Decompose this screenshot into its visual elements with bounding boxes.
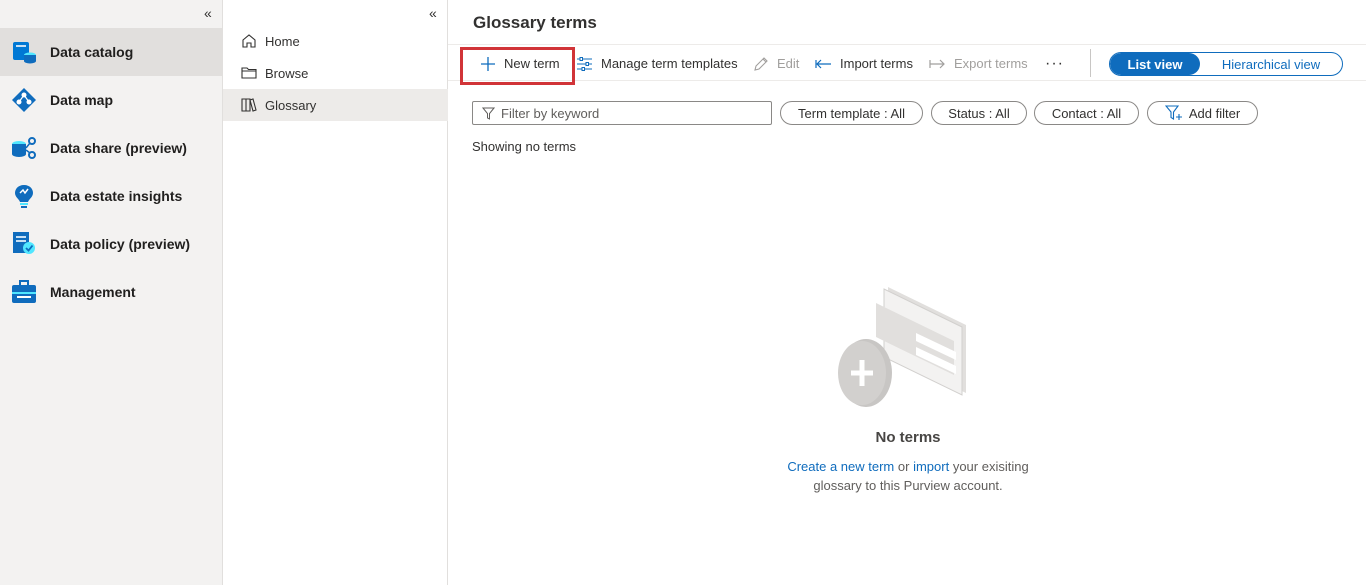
add-filter-label: Add filter: [1188, 105, 1241, 121]
sliders-icon: [577, 56, 592, 71]
collapse-secondary-nav-button[interactable]: «: [429, 5, 437, 21]
manage-term-templates-button[interactable]: Manage term templates: [576, 45, 738, 82]
app-root: « Data catalog Data map Data share (prev…: [0, 0, 1366, 585]
data-share-icon: [12, 137, 36, 159]
nav-item-home[interactable]: Home: [223, 25, 448, 57]
nav-item-data-share[interactable]: Data share (preview): [0, 124, 222, 172]
create-new-term-link[interactable]: Create a new term: [787, 459, 894, 474]
main-content: Glossary terms New term Manage term temp…: [448, 0, 1366, 585]
manage-term-templates-label: Manage term templates: [601, 56, 738, 71]
contact-filter[interactable]: Contact : All: [1034, 101, 1139, 125]
keyword-filter-box: [472, 101, 772, 125]
status-filter[interactable]: Status : All: [931, 101, 1027, 125]
plus-icon: [481, 56, 495, 71]
nav-item-label: Management: [50, 284, 136, 300]
folder-icon: [241, 67, 257, 79]
nav-item-data-map[interactable]: Data map: [0, 76, 222, 124]
list-view-button[interactable]: List view: [1110, 53, 1200, 75]
nav-item-label: Data policy (preview): [50, 236, 191, 252]
nav-item-label: Glossary: [265, 97, 317, 113]
toolbar: New term Manage term templates Edit Impo…: [448, 44, 1366, 81]
secondary-nav: « Home Browse Glossary: [222, 0, 448, 585]
empty-state-title: No terms: [875, 429, 941, 446]
data-policy-icon: [13, 232, 35, 254]
home-icon: [242, 34, 256, 48]
nav-item-label: Data map: [50, 92, 114, 108]
toolbox-icon: [12, 280, 36, 303]
nav-item-management[interactable]: Management: [0, 268, 222, 316]
nav-item-browse[interactable]: Browse: [223, 57, 448, 89]
add-filter-icon: [1164, 105, 1182, 120]
nav-item-glossary[interactable]: Glossary: [223, 89, 448, 121]
result-count-text: Showing no terms: [472, 139, 577, 154]
export-terms-label: Export terms: [954, 56, 1028, 71]
export-terms-button[interactable]: Export terms: [929, 45, 1028, 82]
view-toggle: List view Hierarchical view: [1109, 52, 1343, 76]
page-title: Glossary terms: [473, 13, 597, 32]
pencil-icon: [754, 56, 768, 71]
data-catalog-icon: [13, 42, 36, 64]
export-arrow-icon: [929, 59, 945, 68]
or-text: or: [897, 459, 910, 474]
term-template-filter[interactable]: Term template : All: [780, 101, 923, 125]
filter-funnel-icon: [482, 107, 495, 120]
nav-item-data-policy[interactable]: Data policy (preview): [0, 220, 222, 268]
nav-item-label: Browse: [265, 65, 309, 81]
hierarchical-view-button[interactable]: Hierarchical view: [1200, 53, 1342, 75]
description-line1-rest: your exisiting: [952, 459, 1029, 474]
nav-item-data-estate-insights[interactable]: Data estate insights: [0, 172, 222, 220]
edit-button[interactable]: Edit: [753, 45, 799, 82]
primary-nav: « Data catalog Data map Data share (prev…: [0, 0, 222, 585]
new-term-button[interactable]: New term: [480, 45, 560, 82]
more-icon: ···: [1045, 54, 1064, 72]
empty-state-description: Create a new term or import your exisiti…: [748, 457, 1068, 495]
data-map-icon: [12, 88, 36, 112]
collapse-primary-nav-button[interactable]: «: [204, 5, 212, 21]
add-filter-button[interactable]: Add filter: [1147, 101, 1258, 125]
nav-item-label: Data share (preview): [50, 140, 187, 156]
toolbar-divider: [1090, 49, 1091, 77]
import-arrow-icon: [815, 59, 831, 68]
description-line2: glossary to this Purview account.: [813, 478, 1003, 493]
empty-glossary-illustration: [838, 287, 966, 407]
import-link[interactable]: import: [913, 459, 949, 474]
book-icon: [241, 98, 257, 112]
nav-item-label: Data catalog: [50, 44, 134, 60]
import-terms-label: Import terms: [840, 56, 913, 71]
nav-item-label: Data estate insights: [50, 188, 183, 204]
nav-item-data-catalog[interactable]: Data catalog: [0, 28, 222, 76]
insights-bulb-icon: [15, 185, 33, 208]
import-terms-button[interactable]: Import terms: [815, 45, 913, 82]
new-term-label: New term: [504, 56, 560, 71]
nav-item-label: Home: [265, 33, 300, 49]
edit-label: Edit: [777, 56, 800, 71]
keyword-filter-input[interactable]: [501, 105, 761, 121]
more-options-button[interactable]: ···: [1045, 45, 1064, 82]
